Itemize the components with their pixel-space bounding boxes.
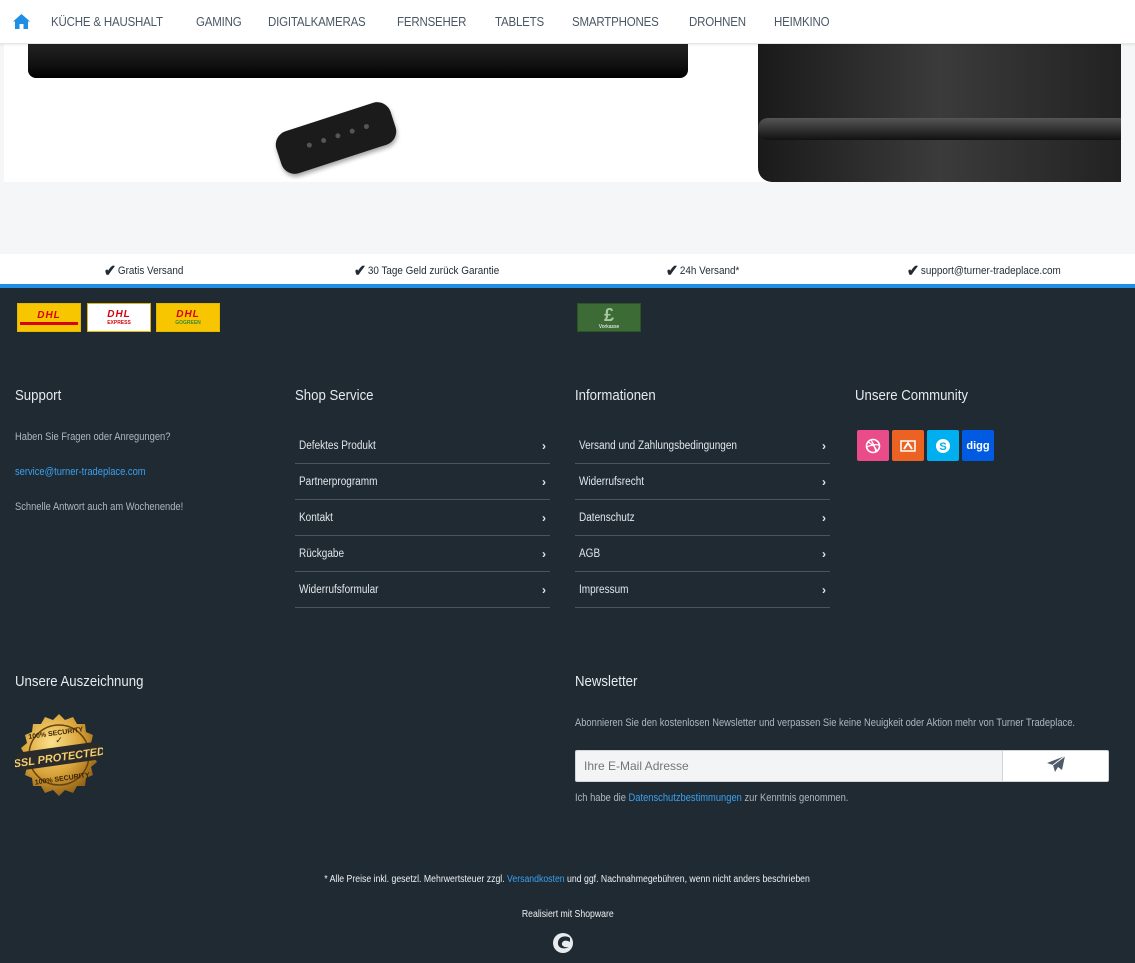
remote-control-image bbox=[272, 98, 400, 178]
nav-item-drohnen[interactable]: DROHNEN bbox=[689, 15, 746, 29]
nav-item-fernseher[interactable]: FERNSEHER bbox=[397, 15, 466, 29]
chevron-right-icon: › bbox=[542, 582, 546, 597]
menu-item-impressum[interactable]: Impressum › bbox=[575, 572, 830, 608]
usp-gratis-versand: ✔ Gratis Versand bbox=[104, 263, 184, 280]
nav-item-kueche-haushalt[interactable]: KÜCHE & HAUSHALT bbox=[51, 15, 163, 29]
menu-item-rueckgabe[interactable]: Rückgabe › bbox=[295, 536, 550, 572]
dhl-gogreen-logo: DHL GOGREEN bbox=[156, 303, 220, 332]
chevron-right-icon: › bbox=[542, 474, 546, 489]
versandkosten-link[interactable]: Versandkosten bbox=[507, 874, 565, 885]
hero-banner bbox=[0, 44, 1135, 254]
vat-notice: * Alle Preise inkl. gesetzl. Mehrwertste… bbox=[324, 874, 811, 885]
soundbar-banner-image[interactable] bbox=[4, 44, 758, 182]
usp-geld-zurueck: ✔ 30 Tage Geld zurück Garantie bbox=[354, 263, 500, 280]
chevron-right-icon: › bbox=[542, 438, 546, 453]
dhl-logo: DHL bbox=[17, 303, 81, 332]
main-navigation: KÜCHE & HAUSHALT GAMING DIGITALKAMERAS F… bbox=[0, 0, 1135, 44]
realized-with: Realisiert mit Shopware bbox=[521, 909, 614, 920]
shop-service-menu: Defektes Produkt › Partnerprogramm › Konta… bbox=[295, 428, 550, 608]
support-title: Support bbox=[15, 387, 62, 404]
dribbble-icon[interactable] bbox=[857, 430, 889, 461]
menu-item-defektes-produkt[interactable]: Defektes Produkt › bbox=[295, 428, 550, 464]
support-question: Haben Sie Fragen oder Anregungen? bbox=[15, 431, 171, 443]
menu-item-partnerprogramm[interactable]: Partnerprogramm › bbox=[295, 464, 550, 500]
footer: DHL DHL EXPRESS DHL GOGREEN £ Vorkasse S… bbox=[0, 288, 1135, 963]
home-icon[interactable] bbox=[13, 13, 31, 31]
nav-item-gaming[interactable]: GAMING bbox=[196, 15, 242, 29]
svg-text:S: S bbox=[939, 441, 946, 453]
newsletter-title: Newsletter bbox=[575, 673, 638, 690]
skype-icon[interactable]: S bbox=[927, 430, 959, 461]
informationen-title: Informationen bbox=[575, 387, 656, 404]
shop-service-title: Shop Service bbox=[295, 387, 374, 404]
menu-item-agb[interactable]: AGB › bbox=[575, 536, 830, 572]
menu-item-datenschutz[interactable]: Datenschutz › bbox=[575, 500, 830, 536]
menu-item-kontakt[interactable]: Kontakt › bbox=[295, 500, 550, 536]
nav-item-heimkino[interactable]: HEIMKINO bbox=[774, 15, 830, 29]
paper-plane-icon bbox=[1046, 755, 1066, 778]
newsletter-submit-button[interactable] bbox=[1002, 750, 1109, 782]
dhl-express-logo: DHL EXPRESS bbox=[87, 303, 151, 332]
chevron-right-icon: › bbox=[822, 474, 826, 489]
checkmark-icon: ✔ bbox=[666, 263, 679, 280]
vorkasse-logo: £ Vorkasse bbox=[577, 303, 641, 332]
digg-icon[interactable]: digg bbox=[962, 430, 994, 461]
support-note: Schnelle Antwort auch am Wochenende! bbox=[15, 501, 184, 513]
menu-item-widerrufsrecht[interactable]: Widerrufsrecht › bbox=[575, 464, 830, 500]
nav-item-tablets[interactable]: TABLETS bbox=[495, 15, 544, 29]
soundbar-image bbox=[28, 44, 688, 78]
usp-24h-versand: ✔ 24h Versand* bbox=[666, 263, 740, 280]
informationen-menu: Versand und Zahlungsbedingungen › Widerru… bbox=[575, 428, 830, 608]
newsletter-consent: Ich habe die Datenschutzbestimmungen zur… bbox=[575, 792, 849, 804]
usp-bar: ✔ Gratis Versand ✔ 30 Tage Geld zurück G… bbox=[0, 254, 1135, 284]
checkmark-icon: ✔ bbox=[354, 263, 367, 280]
shopware-logo-icon[interactable] bbox=[551, 931, 575, 955]
nav-item-smartphones[interactable]: SMARTPHONES bbox=[572, 15, 659, 29]
support-email-link[interactable]: service@turner-tradeplace.com bbox=[15, 466, 146, 478]
chevron-right-icon: › bbox=[822, 546, 826, 561]
newsletter-text: Abonnieren Sie den kostenlosen Newslette… bbox=[575, 717, 1076, 729]
menu-item-widerrufsformular[interactable]: Widerrufsformular › bbox=[295, 572, 550, 608]
subwoofer-banner-image[interactable] bbox=[758, 44, 1121, 182]
chevron-right-icon: › bbox=[542, 510, 546, 525]
chevron-right-icon: › bbox=[822, 438, 826, 453]
datenschutz-link[interactable]: Datenschutzbestimmungen bbox=[629, 792, 742, 804]
subwoofer-image bbox=[758, 44, 1121, 182]
newsletter-email-input[interactable] bbox=[575, 750, 1003, 782]
ssl-protected-seal: SSL PROTECTED 100% SECURITY 100% SECURIT… bbox=[13, 713, 106, 801]
usp-support-email: ✔ support@turner-tradeplace.com bbox=[907, 263, 1061, 280]
nav-item-digitalkameras[interactable]: DIGITALKAMERAS bbox=[268, 15, 366, 29]
chevron-right-icon: › bbox=[542, 546, 546, 561]
chevron-right-icon: › bbox=[822, 510, 826, 525]
checkmark-icon: ✔ bbox=[907, 263, 920, 280]
community-title: Unsere Community bbox=[855, 387, 968, 404]
stumbleupon-icon[interactable] bbox=[892, 430, 924, 461]
checkmark-icon: ✔ bbox=[104, 263, 117, 280]
svg-text:✓: ✓ bbox=[55, 735, 63, 745]
chevron-right-icon: › bbox=[822, 582, 826, 597]
auszeichnung-title: Unsere Auszeichnung bbox=[15, 673, 144, 690]
menu-item-versand-zahlung[interactable]: Versand und Zahlungsbedingungen › bbox=[575, 428, 830, 464]
